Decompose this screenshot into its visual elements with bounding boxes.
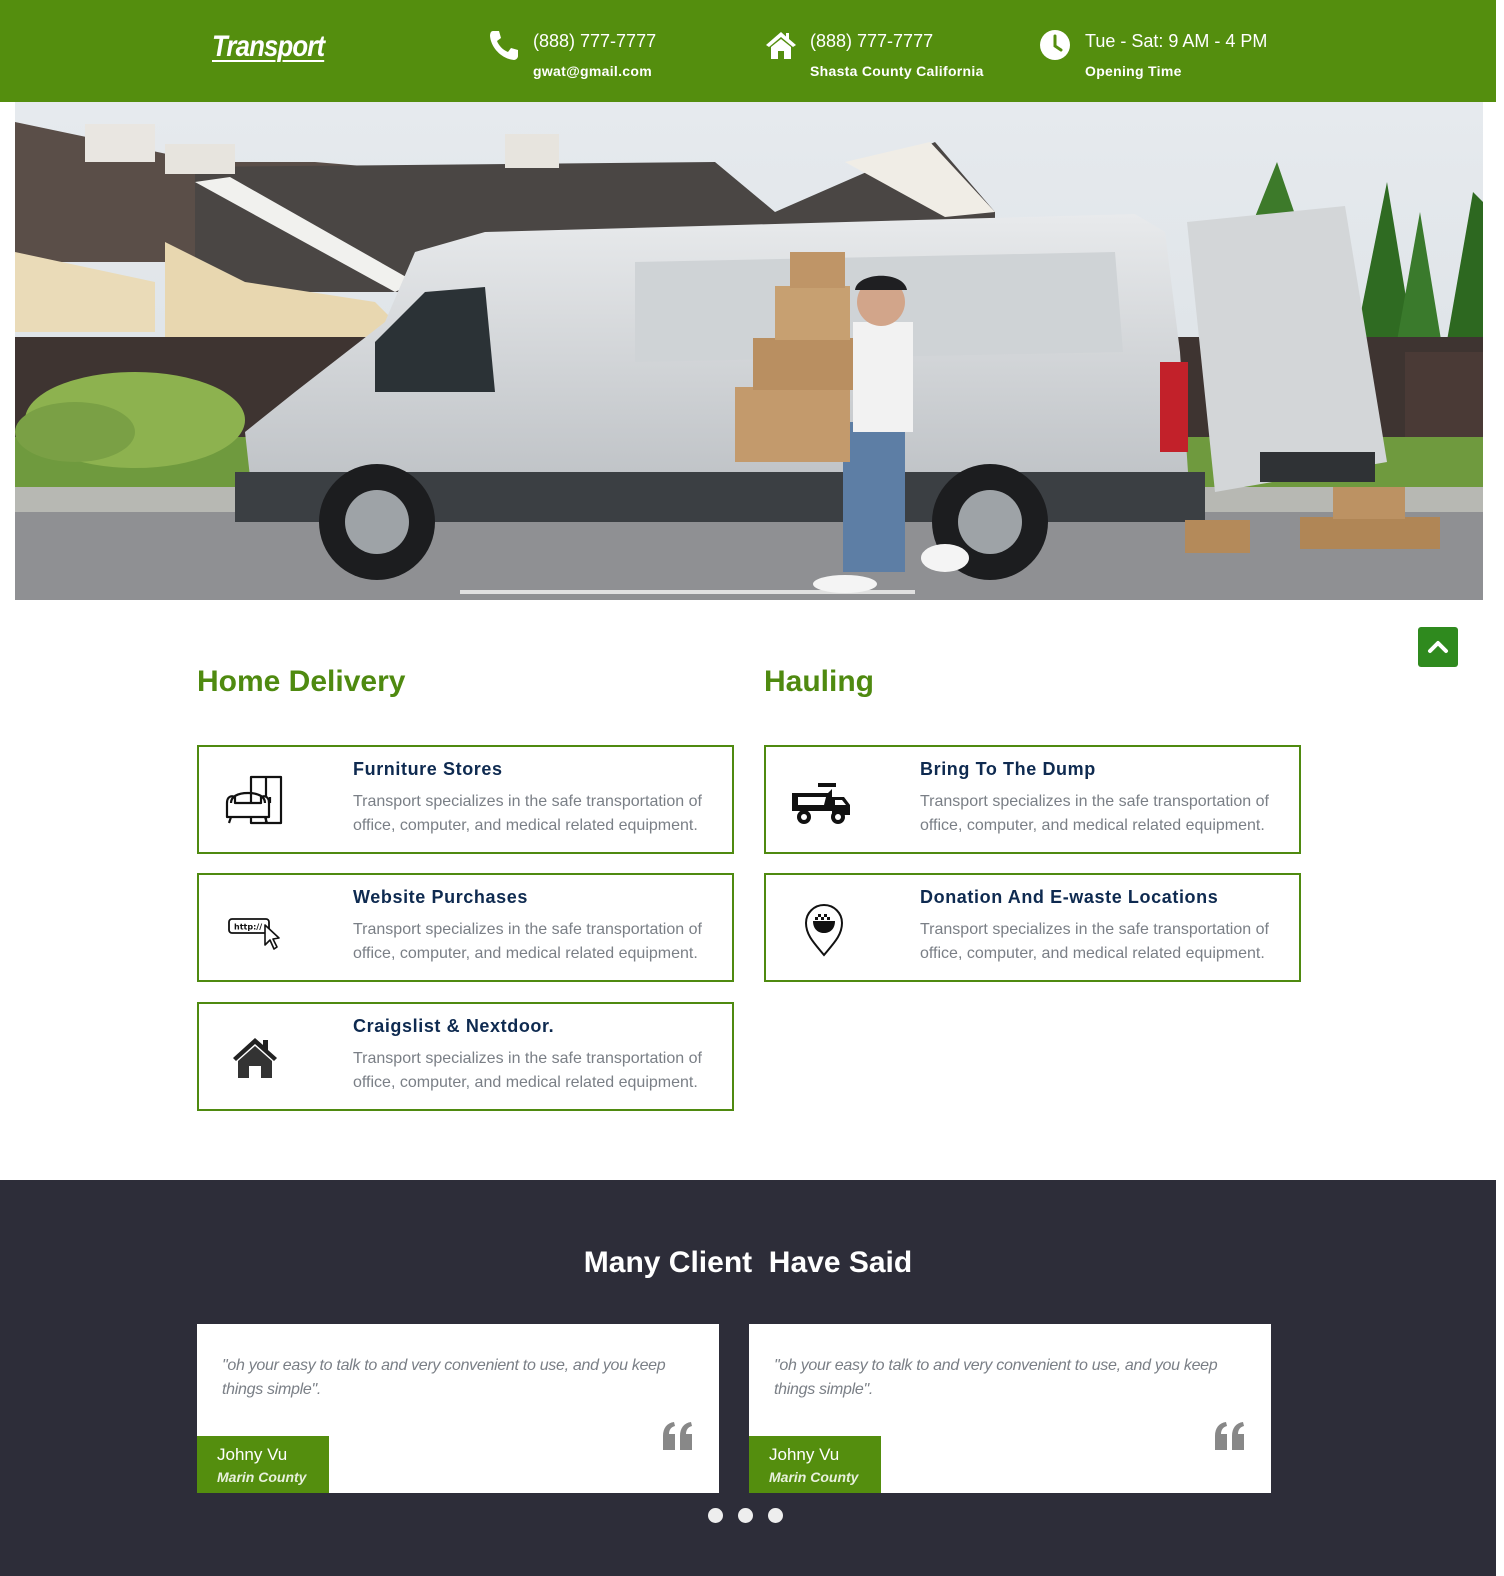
service-description: Transport specializes in the safe transp… <box>353 793 702 834</box>
header-hours: Tue - Sat: 9 AM - 4 PM <box>1085 31 1268 51</box>
author-location: Marin County <box>769 1469 859 1485</box>
house-icon <box>233 1038 277 1078</box>
testimonial-card: "oh your easy to talk to and very conven… <box>749 1324 1271 1493</box>
header-email[interactable]: gwat@gmail.com <box>533 63 652 79</box>
service-description: Transport specializes in the safe transp… <box>920 793 1269 834</box>
author-location: Marin County <box>217 1469 307 1485</box>
clock-icon <box>1040 30 1070 60</box>
home-icon <box>766 32 796 59</box>
author-name: Johny Vu <box>769 1445 840 1464</box>
header-phone[interactable]: (888) 777-7777 <box>533 31 656 52</box>
service-card-furniture[interactable]: Furniture Stores Transport specializes i… <box>197 745 734 854</box>
quote-icon <box>663 1422 692 1450</box>
service-description: Transport specializes in the safe transp… <box>920 921 1269 962</box>
hauling-title: Hauling <box>764 665 874 698</box>
service-title: Bring To The Dump <box>920 759 1096 779</box>
carousel-dot-1[interactable] <box>708 1508 723 1523</box>
carousel-dot-2[interactable] <box>738 1508 753 1523</box>
service-title: Website Purchases <box>353 887 528 907</box>
author-name: Johny Vu <box>217 1445 288 1464</box>
service-card-craigslist[interactable]: Craigslist & Nextdoor. Transport special… <box>197 1002 734 1111</box>
carousel-dot-3[interactable] <box>768 1508 783 1523</box>
header-location: Shasta County California <box>810 63 984 79</box>
testimonial-quote: "oh your easy to talk to and very conven… <box>222 1357 666 1398</box>
site-logo[interactable]: Transport <box>212 30 325 64</box>
service-title: Furniture Stores <box>353 759 503 779</box>
service-description: Transport specializes in the safe transp… <box>353 1050 702 1091</box>
service-title: Donation And E-waste Locations <box>920 887 1219 907</box>
dump-truck-icon <box>792 783 850 824</box>
testimonial-author: Johny Vu Marin County <box>197 1436 329 1493</box>
testimonial-quote: "oh your easy to talk to and very conven… <box>774 1357 1218 1398</box>
hero-image <box>15 102 1483 600</box>
website-cursor-icon: http:// <box>228 918 280 950</box>
header-phone-2[interactable]: (888) 777-7777 <box>810 31 933 52</box>
testimonials-title: Many Client Have Said <box>583 1246 913 1279</box>
top-header: Transport (888) 777-7777 gwat@gmail.com … <box>0 0 1496 102</box>
back-to-top-button[interactable] <box>1418 627 1458 667</box>
service-card-website-purchases[interactable]: http:// Website Purchases Transport spec… <box>197 873 734 982</box>
service-card-dump[interactable]: Bring To The Dump Transport specializes … <box>764 745 1301 854</box>
header-hours-label: Opening Time <box>1085 63 1182 79</box>
svg-text:http://: http:// <box>234 923 262 932</box>
quote-icon <box>1215 1422 1244 1450</box>
testimonial-author: Johny Vu Marin County <box>749 1436 881 1493</box>
location-pin-icon <box>804 903 844 957</box>
furniture-icon <box>225 775 283 825</box>
service-title: Craigslist & Nextdoor. <box>353 1016 555 1036</box>
chevron-up-icon <box>1428 641 1448 653</box>
home-delivery-title: Home Delivery <box>197 665 406 698</box>
service-description: Transport specializes in the safe transp… <box>353 921 702 962</box>
service-card-donation[interactable]: Donation And E-waste Locations Transport… <box>764 873 1301 982</box>
testimonial-card: "oh your easy to talk to and very conven… <box>197 1324 719 1493</box>
testimonials-section: Many Client Have Said "oh your easy to t… <box>0 1180 1496 1576</box>
phone-icon <box>490 31 518 60</box>
